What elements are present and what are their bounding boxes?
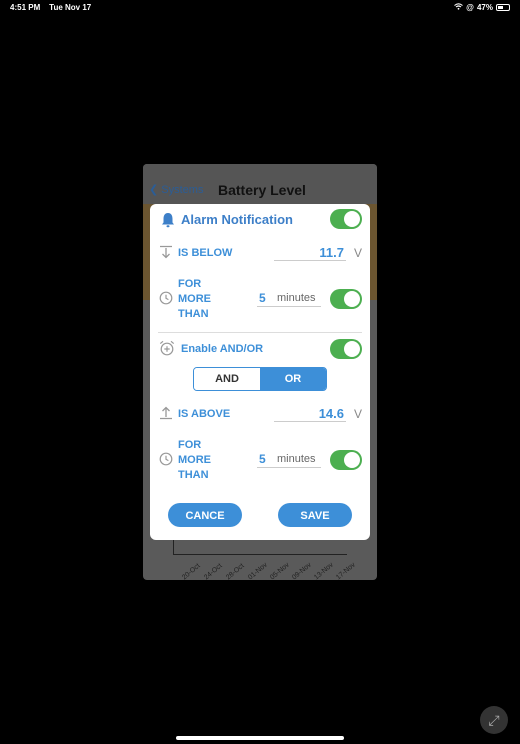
or-option[interactable]: OR (260, 368, 326, 390)
alarm-notification-dialog: Alarm Notification IS BELOW 11.7 V FOR M… (150, 204, 370, 540)
below-duration-unit: minutes (277, 292, 316, 304)
back-button-label: Systems (161, 184, 204, 196)
bell-icon (161, 212, 175, 233)
alarm-enabled-toggle[interactable] (330, 209, 362, 229)
wifi-icon (454, 3, 464, 12)
clock-icon (159, 291, 173, 310)
home-indicator[interactable] (176, 736, 344, 740)
status-indicators: @ 47% (454, 3, 510, 12)
chart-x-axis (173, 554, 347, 555)
chart-x-tick-label: 28-Oct (225, 562, 246, 580)
cancel-button[interactable]: CANCE (168, 503, 242, 527)
status-date: Tue Nov 17 (49, 3, 92, 12)
above-duration-value: 5 (259, 452, 266, 466)
enable-and-or-label: Enable AND/OR (181, 343, 264, 355)
below-duration-label-line-3: THAN (178, 308, 209, 320)
arrow-up-from-line-icon (159, 406, 173, 425)
below-threshold-input[interactable]: 11.7 (274, 245, 346, 261)
above-unit: V (354, 407, 363, 421)
back-button[interactable]: ❮ Systems (149, 183, 203, 196)
dialog-title: Alarm Notification (181, 212, 293, 227)
above-duration-input[interactable]: 5 minutes (257, 452, 321, 468)
clock-icon (159, 452, 173, 471)
chevron-left-icon: ❮ (149, 184, 159, 196)
chart-x-tick-label: 24-Oct (203, 562, 224, 580)
chart-x-tick-label: 13-Nov (313, 561, 335, 580)
above-duration-unit: minutes (277, 453, 316, 465)
is-above-label: IS ABOVE (178, 408, 231, 420)
arrow-down-to-line-icon (159, 245, 173, 264)
and-or-segmented-control: AND OR (193, 367, 327, 391)
battery-icon (496, 4, 510, 11)
above-duration-label-line-3: THAN (178, 469, 209, 481)
alarm-add-icon (159, 340, 175, 361)
chart-x-tick-label: 09-Nov (291, 561, 313, 580)
app-nav-bar: ❮ Systems Battery Level (143, 164, 377, 204)
below-duration-input[interactable]: 5 minutes (257, 291, 321, 307)
status-clock: 4:51 PM (10, 3, 41, 12)
battery-percent: 47% (476, 3, 493, 12)
below-duration-label-line-2: MORE (178, 293, 211, 305)
fullscreen-button[interactable]: ⤢ (480, 706, 508, 734)
and-or-toggle[interactable] (330, 339, 362, 359)
below-duration-toggle[interactable] (330, 289, 362, 309)
below-duration-value: 5 (259, 291, 266, 305)
save-button[interactable]: SAVE (278, 503, 352, 527)
below-duration-label: FOR MORE THAN (178, 277, 228, 322)
above-duration-label-line-1: FOR (178, 439, 202, 451)
section-divider (158, 332, 362, 333)
chart-x-tick-label: 01-Nov (247, 561, 269, 580)
below-duration-label-line-1: FOR (178, 278, 202, 290)
chart-x-tick-labels: 20-Oct 24-Oct 28-Oct 01-Nov 05-Nov 09-Nov 13-N… (181, 558, 357, 580)
chart-x-tick-label: 05-Nov (269, 561, 291, 580)
above-threshold-input[interactable]: 14.6 (274, 406, 346, 422)
location-icon: @ (466, 3, 474, 12)
status-bar: 4:51 PM Tue Nov 17 @ 47% (0, 0, 520, 16)
below-unit: V (354, 246, 363, 260)
page-title: Battery Level (218, 182, 306, 198)
expand-arrows-icon: ⤢ (488, 712, 500, 728)
is-below-label: IS BELOW (178, 247, 233, 259)
above-duration-toggle[interactable] (330, 450, 362, 470)
above-duration-label-line-2: MORE (178, 454, 211, 466)
and-option[interactable]: AND (194, 368, 260, 390)
status-time: 4:51 PM Tue Nov 17 (10, 3, 91, 12)
above-duration-label: FOR MORE THAN (178, 438, 228, 483)
chart-x-tick-label: 17-Nov (335, 561, 357, 580)
chart-x-tick-label: 20-Oct (181, 562, 202, 580)
